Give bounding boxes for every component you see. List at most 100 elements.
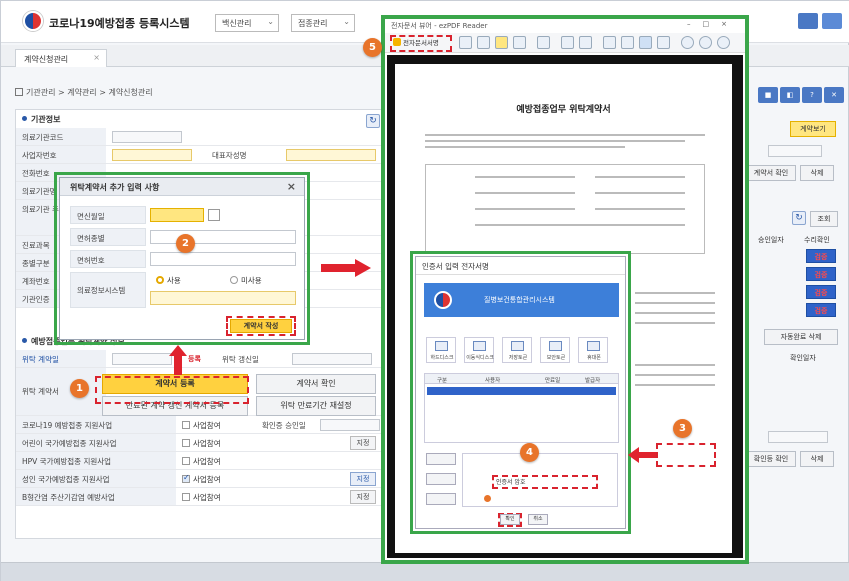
doc-text-line: [425, 134, 705, 136]
menu-vaccination-select[interactable]: 접종관리 ⌄: [291, 14, 355, 32]
doc-text-line: [475, 208, 575, 210]
cert-view-button[interactable]: [426, 473, 456, 485]
ceo-name-input[interactable]: [286, 149, 376, 161]
location-security-token[interactable]: 보안토큰: [540, 337, 570, 363]
register-link[interactable]: 등록: [188, 354, 201, 364]
refresh-icon[interactable]: ↻: [792, 211, 806, 225]
medical-system-select[interactable]: [150, 291, 296, 305]
column-header: 발급자: [585, 378, 601, 384]
menu-vaccine-select[interactable]: 백신관리 ⌄: [215, 14, 279, 32]
arrow-right-icon: [321, 259, 371, 277]
save-icon[interactable]: [477, 36, 490, 49]
fit-page-icon[interactable]: [561, 36, 574, 49]
tab-contract-management[interactable]: 계약신청관리 ×: [15, 49, 107, 67]
location-phone[interactable]: 휴대폰: [578, 337, 608, 363]
window-tool-button[interactable]: ■: [758, 87, 778, 103]
settings-icon[interactable]: [717, 36, 730, 49]
contract-date-input[interactable]: [112, 353, 172, 365]
print-icon[interactable]: [459, 36, 472, 49]
close-icon[interactable]: ×: [287, 180, 296, 193]
help-button[interactable]: ?: [802, 87, 822, 103]
program-participate-checkbox[interactable]: 사업참여: [182, 492, 221, 503]
program-participate-checkbox[interactable]: 사업참여: [182, 474, 221, 485]
section-institution-title: 기관정보: [22, 114, 60, 125]
location-label: 휴대폰: [587, 355, 601, 361]
usb-icon: [473, 341, 486, 351]
program-row: 성인 국가예방접종 지원사업 사업참여 지정: [16, 470, 388, 488]
program-participate-checkbox[interactable]: 사업참여: [182, 456, 221, 467]
location-label: 보안토큰: [546, 355, 566, 361]
single-page-icon[interactable]: [621, 36, 634, 49]
license-date-input[interactable]: [150, 208, 204, 222]
location-label: 이동식디스크: [466, 355, 494, 361]
close-icon[interactable]: ×: [93, 53, 100, 62]
hard-disk-icon: [435, 341, 448, 351]
cert-delete-button[interactable]: [426, 493, 456, 505]
two-page-icon[interactable]: [639, 36, 652, 49]
delete-button[interactable]: 삭제: [800, 451, 834, 467]
reset-expiry-button[interactable]: 위탁 만료기간 재설정: [256, 396, 376, 416]
date-input[interactable]: [768, 431, 828, 443]
program-label: B형간염 주산기감염 예방사업: [16, 488, 176, 505]
location-label: 저장토큰: [508, 355, 528, 361]
program-participate-checkbox[interactable]: 사업참여: [182, 438, 221, 449]
license-type-input[interactable]: [150, 230, 296, 244]
doc-text-line: [475, 176, 575, 178]
location-hard-disk[interactable]: 하드디스크: [426, 337, 456, 363]
pen-icon: [393, 38, 401, 46]
renewal-date-label: 위탁 갱신일: [216, 350, 286, 367]
program-participate-checkbox[interactable]: 사업참여: [182, 420, 221, 431]
renewal-date-input[interactable]: [292, 353, 372, 365]
table-row-selected[interactable]: [427, 387, 616, 395]
approval-date-input[interactable]: [320, 419, 380, 431]
e-sign-button[interactable]: 전자문서서명: [393, 37, 439, 47]
checkbox-label: 사업참여: [193, 493, 221, 502]
cancel-button[interactable]: 취소: [528, 514, 548, 525]
header-user-button[interactable]: [798, 13, 818, 29]
designate-button[interactable]: 지정: [350, 490, 376, 504]
program-label: HPV 국가예방접종 지원사업: [16, 452, 176, 469]
cert-search-button[interactable]: [426, 453, 456, 465]
auto-complete-delete-button[interactable]: 자동완료 삭제: [764, 329, 838, 345]
search-button[interactable]: 조회: [810, 211, 838, 227]
status-badge: 검증: [806, 267, 836, 281]
location-removable[interactable]: 이동식디스크: [464, 337, 494, 363]
contract-view-top-button[interactable]: 계약보기: [790, 121, 836, 137]
rotate-right-icon[interactable]: [699, 36, 712, 49]
institution-code-input[interactable]: [112, 131, 182, 143]
fit-width-icon[interactable]: [579, 36, 592, 49]
delete-button[interactable]: 삭제: [800, 165, 834, 181]
rotate-left-icon[interactable]: [681, 36, 694, 49]
contract-check-button[interactable]: 계약서 확인: [746, 165, 796, 181]
close-button[interactable]: ✕: [824, 87, 844, 103]
first-page-icon[interactable]: [603, 36, 616, 49]
designate-button[interactable]: 지정: [350, 436, 376, 450]
calendar-icon[interactable]: [208, 209, 220, 221]
doc-text-line: [475, 224, 685, 226]
license-number-input[interactable]: [150, 252, 296, 266]
page-grid-icon[interactable]: [657, 36, 670, 49]
designate-button[interactable]: 지정: [350, 472, 376, 486]
text-tool-icon[interactable]: [513, 36, 526, 49]
radio-no-use[interactable]: 미사용: [230, 275, 262, 286]
confirm-view-button[interactable]: 확인등 확인: [746, 451, 796, 467]
radio-use[interactable]: 사용: [156, 275, 181, 286]
location-storage-token[interactable]: 저장토큰: [502, 337, 532, 363]
contract-view-button[interactable]: 계약서 확인: [256, 374, 376, 394]
step-badge: 2: [176, 234, 195, 253]
ok-button[interactable]: 확인: [500, 514, 520, 525]
radio-selected-icon: [156, 276, 164, 284]
zoom-icon[interactable]: [537, 36, 550, 49]
header-tools: [798, 13, 842, 31]
refresh-icon[interactable]: ↻: [366, 114, 380, 128]
hand-tool-icon[interactable]: [495, 36, 508, 49]
dialog-row: 면신월일: [70, 206, 296, 224]
date-input[interactable]: [768, 145, 822, 157]
header-logout-button[interactable]: [822, 13, 842, 29]
tab-label: 계약신청관리: [24, 55, 69, 64]
window-tool-button[interactable]: ◧: [780, 87, 800, 103]
business-number-input[interactable]: [112, 149, 192, 161]
window-controls[interactable]: –□×: [687, 20, 739, 28]
checkbox-label: 사업참여: [193, 475, 221, 484]
create-contract-button[interactable]: 계약서 작성: [230, 319, 292, 333]
